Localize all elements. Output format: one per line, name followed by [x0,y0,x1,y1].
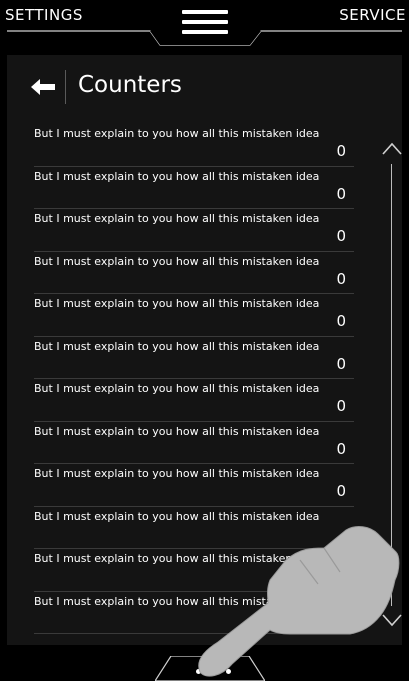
pointing-hand-icon [198,526,400,677]
